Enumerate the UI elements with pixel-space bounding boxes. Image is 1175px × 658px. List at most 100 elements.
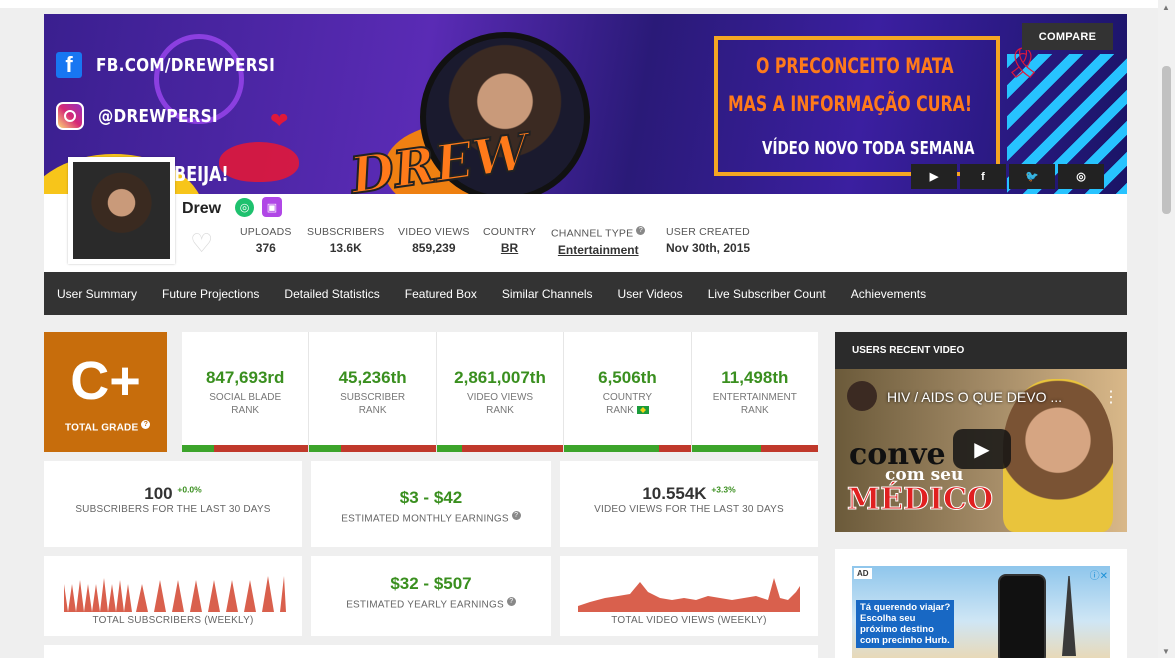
banner-message-line2: MAS A INFORMAÇÃO CURA!: [728, 92, 973, 116]
instagram-icon[interactable]: ◎: [1058, 164, 1104, 189]
channel-type-link[interactable]: Entertainment: [551, 243, 645, 257]
compare-button[interactable]: COMPARE: [1022, 23, 1113, 50]
grade-label-text: TOTAL GRADE: [65, 422, 139, 434]
ad-image[interactable]: AD ⓘ✕ Tá querendo viajar? Escolha seu pr…: [852, 566, 1110, 658]
phone-decoration: [998, 574, 1046, 658]
subscribers-30-days-card: 100 +0.0% SUBSCRIBERS FOR THE LAST 30 DA…: [44, 461, 302, 547]
banner-beija-text: BEIJA!: [174, 162, 229, 186]
rank-bar: [436, 445, 564, 452]
stat-video-views: VIDEO VIEWS 859,239: [398, 226, 470, 255]
scrollbar-thumb[interactable]: [1162, 66, 1171, 214]
favorite-heart-icon[interactable]: ♡: [190, 228, 213, 259]
play-button-icon[interactable]: ▶: [953, 429, 1011, 469]
rank-bar: [564, 445, 691, 452]
lips-decoration: [219, 142, 299, 182]
banner-ig-text: @DREWPERSI: [98, 105, 218, 127]
rank-label: SUBSCRIBER RANK: [340, 392, 406, 416]
ad-tag: AD: [854, 568, 872, 579]
rank-value: 6,506th: [598, 368, 657, 387]
rank-label: VIDEO VIEWS RANK: [466, 392, 534, 416]
nav-user-summary[interactable]: User Summary: [57, 287, 137, 301]
rank-bar-fill: [564, 445, 660, 452]
monthly-earnings-value: $3 - $42: [399, 488, 463, 507]
nav-user-videos[interactable]: User Videos: [618, 287, 683, 301]
help-icon[interactable]: ?: [141, 420, 151, 429]
brazil-flag-icon: [636, 406, 649, 415]
help-icon[interactable]: ?: [636, 226, 646, 235]
total-grade: C+ TOTAL GRADE ?: [44, 332, 167, 452]
rank-subscriber: 45,236th SUBSCRIBER RANK: [309, 332, 437, 452]
stat-label: COUNTRY: [483, 226, 537, 238]
banner-message-line3: VÍDEO NOVO TODA SEMANA: [762, 138, 975, 159]
ad-close-icon[interactable]: ⓘ✕: [1090, 567, 1108, 582]
rank-bar: [309, 445, 436, 452]
stat-label: UPLOADS: [240, 226, 292, 238]
rank-bar-fill: [182, 445, 214, 452]
views-30-value: 10.554K: [642, 484, 707, 503]
stat-uploads: UPLOADS 376: [240, 226, 292, 255]
nav-achievements[interactable]: Achievements: [851, 287, 926, 301]
channel-avatar-icon: [847, 381, 877, 411]
rank-label: SOCIAL BLADE RANK: [209, 392, 282, 416]
stat-value: 859,239: [412, 241, 456, 255]
weekly-views-sparkline: [578, 578, 800, 612]
youtube-icon[interactable]: ▶: [911, 164, 957, 189]
facebook-icon: f: [56, 52, 82, 78]
profile-nav: User Summary Future Projections Detailed…: [44, 272, 1127, 315]
rank-value: 847,693rd: [205, 368, 285, 387]
subs-30-value-row: 100 +0.0%: [44, 484, 302, 504]
weekly-views-card: TOTAL VIDEO VIEWS (WEEKLY): [560, 556, 818, 636]
views-30-change: +3.3%: [711, 484, 736, 495]
ad-promo-text: Tá querendo viajar? Escolha seu próximo …: [856, 600, 955, 648]
subs-30-value: 100: [144, 484, 173, 503]
help-icon[interactable]: ?: [511, 511, 521, 520]
weekly-subscribers-label: TOTAL SUBSCRIBERS (WEEKLY): [92, 615, 254, 626]
rank-social-blade: 847,693rd SOCIAL BLADE RANK: [182, 332, 310, 452]
nav-featured-box[interactable]: Featured Box: [405, 287, 477, 301]
facebook-icon[interactable]: f: [960, 164, 1006, 189]
banner-message-line1: O PRECONCEITO MATA: [756, 54, 954, 78]
yearly-earnings-card: $32 - $507 ESTIMATED YEARLY EARNINGS ?: [311, 556, 551, 636]
stat-label: CHANNEL TYPE ?: [551, 226, 646, 240]
advertisement: AD ⓘ✕ Tá querendo viajar? Escolha seu pr…: [835, 549, 1127, 658]
creator-badge-icon: ▣: [262, 197, 282, 217]
nav-detailed-statistics[interactable]: Detailed Statistics: [284, 287, 379, 301]
yearly-earnings-label-row: ESTIMATED YEARLY EARNINGS ?: [311, 597, 551, 610]
recent-video-thumbnail[interactable]: HIV / AIDS O QUE DEVO ... ⋮ conve com se…: [835, 369, 1127, 532]
rank-video-views: 2,861,007th VIDEO VIEWS RANK: [436, 332, 565, 452]
country-link[interactable]: BR: [483, 241, 536, 255]
stat-label: VIDEO VIEWS: [398, 226, 470, 238]
grade-letter: C+: [70, 351, 141, 411]
subs-30-change: +0.0%: [177, 484, 202, 495]
rank-label: ENTERTAINMENT RANK: [712, 392, 797, 416]
rank-bar-fill: [309, 445, 341, 452]
page-scrollbar[interactable]: ▲ ▼: [1158, 0, 1175, 658]
more-options-icon[interactable]: ⋮: [1103, 387, 1119, 407]
rank-bar-fill: [691, 445, 762, 452]
nav-similar-channels[interactable]: Similar Channels: [502, 287, 593, 301]
recent-video-header: USERS RECENT VIDEO: [852, 345, 965, 356]
weekly-subscribers-sparkline: [64, 576, 286, 612]
banner-fb-text: FB.COM/DREWPERSI: [96, 54, 276, 76]
rank-bar: [691, 445, 819, 452]
twitter-icon[interactable]: 🐦: [1009, 164, 1055, 189]
grade-label: TOTAL GRADE ?: [65, 420, 151, 434]
top-strip: [0, 0, 1175, 8]
heart-icon: ❤: [270, 108, 289, 133]
views-30-value-row: 10.554K +3.3%: [560, 484, 818, 504]
nav-future-projections[interactable]: Future Projections: [162, 287, 259, 301]
scroll-up-icon[interactable]: ▲: [1162, 3, 1170, 12]
stat-value: Nov 30th, 2015: [666, 241, 751, 255]
monthly-earnings-card: $3 - $42 ESTIMATED MONTHLY EARNINGS ?: [311, 461, 551, 547]
nav-live-subscriber-count[interactable]: Live Subscriber Count: [708, 287, 826, 301]
scroll-down-icon[interactable]: ▼: [1162, 647, 1170, 656]
eiffel-tower-decoration: [1062, 576, 1076, 656]
rank-value: 11,498th: [721, 368, 789, 387]
yearly-earnings-label: ESTIMATED YEARLY EARNINGS: [346, 599, 504, 611]
recent-video-title[interactable]: HIV / AIDS O QUE DEVO ...: [887, 389, 1062, 405]
stat-value: 13.6K: [329, 241, 362, 255]
social-links: ▶ f 🐦 ◎: [911, 164, 1104, 189]
stat-subscribers: SUBSCRIBERS 13.6K: [307, 226, 384, 255]
help-icon[interactable]: ?: [506, 597, 516, 606]
awareness-ribbon-icon: 🎗: [1004, 47, 1043, 80]
